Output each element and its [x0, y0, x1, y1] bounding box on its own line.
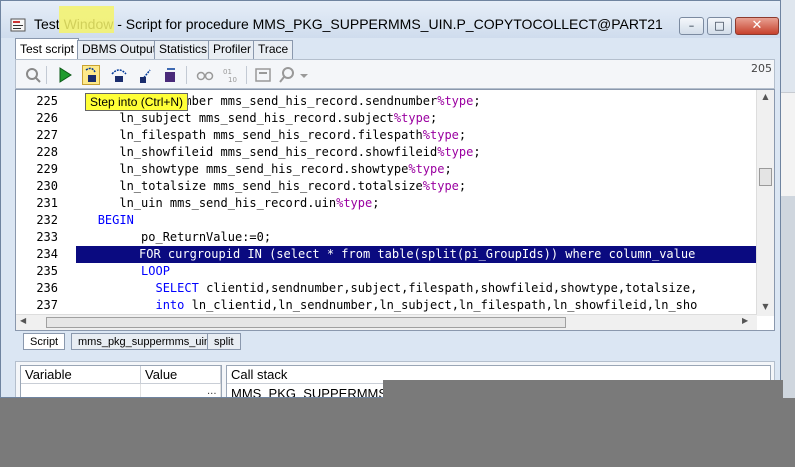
call-stack-row[interactable]: MMS_PKG_SUPPERMMS — [231, 385, 387, 397]
step-out-icon[interactable] — [138, 66, 156, 84]
toolbar-separator — [246, 66, 247, 84]
run-to-exception-icon[interactable] — [162, 66, 180, 84]
tab-mms-pkg-suppermms-uin[interactable]: mms_pkg_suppermms_uin — [71, 333, 218, 350]
more-button[interactable]: ... — [207, 386, 217, 397]
variable-icon[interactable] — [254, 66, 272, 84]
column-header-variable[interactable]: Variable — [21, 366, 141, 384]
highlight-marker — [59, 6, 114, 33]
test-window: Test Window - Script for procedure MMS_P… — [0, 0, 781, 398]
code-line[interactable]: ln_filespath mms_send_his_record.filespa… — [76, 127, 756, 144]
tab-profiler[interactable]: Profiler — [208, 40, 257, 59]
code-line[interactable]: SELECT clientid,sendnumber,subject,files… — [76, 280, 756, 297]
line-number: 231 — [36, 196, 58, 210]
step-into-tooltip: Step into (Ctrl+N) — [85, 93, 189, 111]
tab-test-script[interactable]: Test script — [15, 38, 80, 59]
svg-text:01: 01 — [223, 68, 232, 76]
toolbar-separator — [46, 66, 47, 84]
variables-grid[interactable]: Variable Value ... — [20, 365, 222, 397]
tab-split[interactable]: split — [207, 333, 241, 350]
column-header-value[interactable]: Value — [141, 366, 221, 384]
close-icon: ✕ — [751, 18, 763, 33]
desktop-background — [0, 398, 795, 467]
line-number: 235 — [36, 264, 58, 278]
tab-script[interactable]: Script — [23, 333, 66, 350]
code-editor[interactable]: 225 226 227 228 229 230 231 232 233 234 … — [15, 89, 775, 331]
code-line[interactable]: ln_totalsize mms_send_his_record.totalsi… — [76, 178, 756, 195]
code-line-current[interactable]: FOR curgroupid IN (select * from table(s… — [76, 246, 756, 263]
minimize-button[interactable]: – — [679, 17, 704, 35]
maximize-icon: □ — [714, 19, 725, 32]
maximize-button[interactable]: □ — [707, 17, 732, 35]
toolbar-separator — [186, 66, 187, 84]
scroll-up-icon[interactable]: ▲ — [757, 92, 774, 101]
code-line[interactable]: po_ReturnValue:=0; — [76, 229, 756, 246]
line-number: 232 — [36, 213, 58, 227]
variable-cell[interactable] — [21, 384, 141, 397]
line-number: 227 — [36, 128, 58, 142]
breakpoint-icon[interactable]: 01 10 — [222, 66, 240, 84]
vertical-scroll-thumb[interactable] — [759, 168, 772, 186]
tab-dbms-output[interactable]: DBMS Output — [77, 40, 162, 59]
step-over-icon[interactable] — [110, 66, 128, 84]
dropdown-icon[interactable] — [298, 66, 310, 84]
horizontal-scroll-thumb[interactable] — [46, 317, 566, 328]
line-number: 234 — [36, 247, 58, 261]
horizontal-scrollbar[interactable]: ◀ ▶ — [16, 314, 757, 330]
line-number: 226 — [36, 111, 58, 125]
code-line[interactable]: ln_uin mms_send_his_record.uin%type; — [76, 195, 756, 212]
line-number: 229 — [36, 162, 58, 176]
svg-text:10: 10 — [228, 76, 237, 84]
code-line[interactable]: BEGIN — [76, 212, 756, 229]
line-number: 236 — [36, 281, 58, 295]
scroll-down-icon[interactable]: ▼ — [757, 302, 774, 311]
code-line[interactable]: ln_showfileid mms_send_his_record.showfi… — [76, 144, 756, 161]
code-line[interactable]: ln_showtype mms_send_his_record.showtype… — [76, 161, 756, 178]
code-area[interactable]: ln_sendnumber mms_send_his_record.sendnu… — [76, 90, 756, 316]
window-app-icon — [10, 18, 26, 32]
line-number: 233 — [36, 230, 58, 244]
code-line[interactable]: LOOP — [76, 263, 756, 280]
scroll-right-icon[interactable]: ▶ — [742, 316, 748, 325]
step-into-icon[interactable] — [82, 65, 100, 85]
minimize-icon: – — [688, 19, 695, 32]
line-number: 228 — [36, 145, 58, 159]
occlusion-block — [383, 380, 783, 400]
line-count: 205 — [751, 62, 772, 75]
line-number: 230 — [36, 179, 58, 193]
line-number-gutter: 225 226 227 228 229 230 231 232 233 234 … — [16, 90, 76, 316]
scroll-left-icon[interactable]: ◀ — [20, 316, 26, 325]
code-line[interactable]: into ln_clientid,ln_sendnumber,ln_subjec… — [76, 297, 756, 314]
watch-icon[interactable] — [196, 66, 214, 84]
line-number: 225 — [36, 94, 58, 108]
search-icon[interactable] — [278, 66, 296, 84]
debug-toolbar: 01 10 205 — [15, 59, 775, 89]
code-line[interactable]: ln_subject mms_send_his_record.subject%t… — [76, 110, 756, 127]
run-icon[interactable] — [56, 66, 74, 84]
tab-trace[interactable]: Trace — [253, 40, 294, 59]
close-button[interactable]: ✕ — [735, 17, 779, 35]
line-number: 237 — [36, 298, 58, 312]
title-bar[interactable]: Test Window - Script for procedure MMS_P… — [1, 1, 780, 38]
vertical-scrollbar[interactable]: ▲ ▼ — [756, 90, 774, 316]
debug-icon[interactable] — [24, 66, 42, 84]
tab-statistics[interactable]: Statistics — [154, 40, 213, 59]
window-title: Test Window - Script for procedure MMS_P… — [34, 16, 663, 32]
